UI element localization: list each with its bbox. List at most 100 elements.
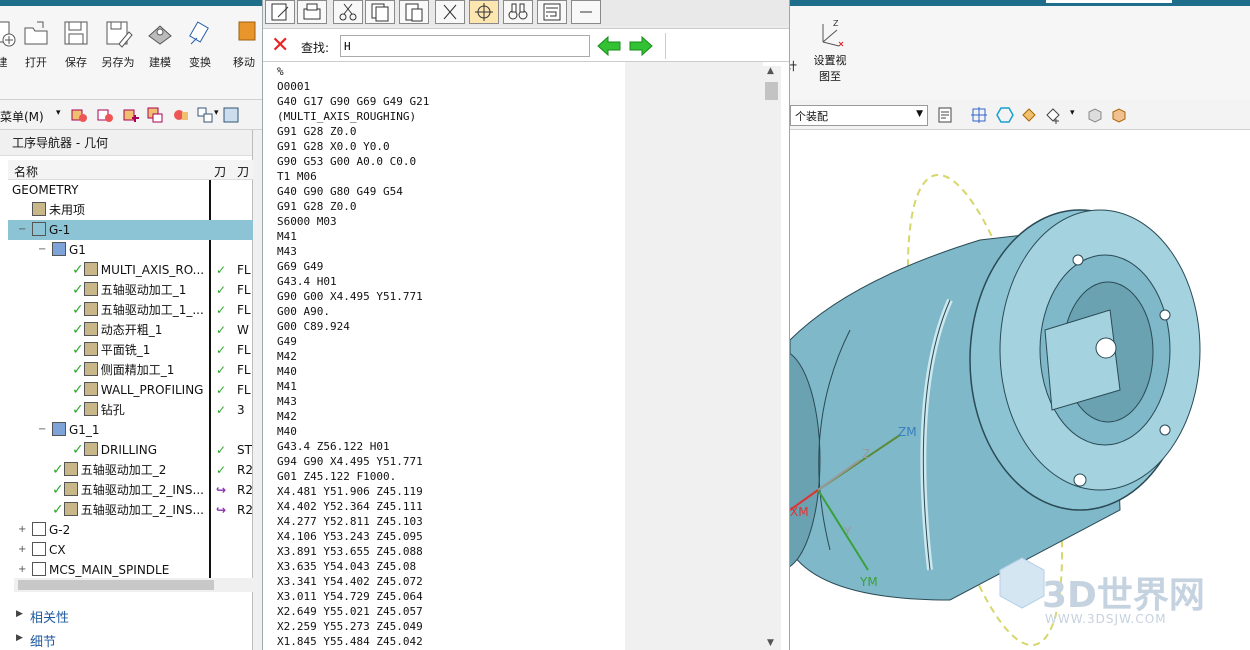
copy-icon <box>371 3 389 22</box>
edit-tool-button[interactable] <box>265 0 295 24</box>
save-as-button[interactable]: 另存为 <box>96 14 140 94</box>
tree-item-text: GEOMETRY <box>12 183 79 197</box>
point-snap-icon[interactable] <box>1020 106 1038 124</box>
close-icon <box>443 4 457 20</box>
add-component-icon[interactable] <box>122 106 140 124</box>
scroll-thumb[interactable] <box>18 580 214 590</box>
tree-row[interactable]: ✓ MULTI_AXIS_RO... ✓ FL <box>8 260 253 280</box>
code-line: S6000 M03 <box>277 215 337 228</box>
column-tool-2[interactable]: 刀 <box>237 163 249 180</box>
target-button[interactable] <box>469 0 499 24</box>
cube-icon[interactable] <box>1110 106 1128 124</box>
print-button[interactable] <box>297 0 327 24</box>
snap-icon[interactable] <box>970 106 988 124</box>
tree-row[interactable]: + MCS_MAIN_SPINDLE <box>8 560 253 580</box>
code-line: G43.4 Z56.122 H01 <box>277 440 390 453</box>
code-line: G69 G49 <box>277 260 324 273</box>
constraint-icon[interactable] <box>172 106 190 124</box>
scroll-up-icon[interactable]: ▲ <box>767 66 774 76</box>
workpiece-icon <box>52 422 66 436</box>
curve-snap-icon[interactable] <box>1044 106 1062 124</box>
move-button[interactable]: 移动 <box>222 14 266 94</box>
collapse-icon[interactable]: − <box>18 220 26 240</box>
open-button[interactable]: 打开 <box>14 14 58 94</box>
filter-icon[interactable] <box>936 106 954 124</box>
tree-row[interactable]: ✓ WALL_PROFILING ✓ FL <box>8 380 253 400</box>
find-divider <box>665 33 666 59</box>
find-previous-icon[interactable] <box>597 35 621 57</box>
menu-dropdown-icon[interactable]: ▾ <box>56 108 61 118</box>
wave-icon[interactable] <box>222 106 240 124</box>
tree-row[interactable]: + G-2 <box>8 520 253 540</box>
tree-row[interactable]: ✓ 平面铣_1 ✓ FL <box>8 340 253 360</box>
bolt-hole <box>1159 424 1171 436</box>
tree-item-label: ✓ WALL_PROFILING <box>72 380 208 400</box>
explode-dropdown-icon[interactable]: ▾ <box>214 108 219 118</box>
paste-button[interactable] <box>399 0 429 24</box>
tree-item-text: 动态开粗_1 <box>100 323 163 337</box>
copy-button[interactable] <box>365 0 395 24</box>
tree-row[interactable]: 未用项 <box>8 200 253 220</box>
section-details[interactable]: ▶ 细节 <box>8 628 253 650</box>
scroll-down-icon[interactable]: ▼ <box>767 638 774 648</box>
column-tool[interactable]: 刀 <box>214 163 226 180</box>
tree-row[interactable]: − G-1 <box>8 220 253 240</box>
tree-row[interactable]: ✓ 侧面精加工_1 ✓ FL <box>8 360 253 380</box>
column-name[interactable]: 名称 <box>14 163 38 180</box>
bolt-hole <box>1072 254 1084 266</box>
tree-row[interactable]: ✓ 钻孔 ✓ 3 <box>8 400 253 420</box>
code-line: T1 M06 <box>277 170 317 183</box>
snap-dropdown-icon[interactable]: ▾ <box>1070 108 1075 118</box>
transform-button[interactable]: 变换 <box>178 14 222 94</box>
find-button[interactable] <box>503 0 533 24</box>
code-line: G01 Z45.122 F1000. <box>277 470 397 483</box>
close-find-icon[interactable]: ✕ <box>271 33 289 58</box>
wrap-button[interactable] <box>537 0 567 24</box>
planar-mill-icon <box>83 342 98 356</box>
find-input[interactable] <box>340 35 590 57</box>
tree-row[interactable]: ✓ 五轴驱动加工_2_INS... ↪ R2 <box>8 500 253 520</box>
save-button[interactable]: 保存 <box>54 14 98 94</box>
component-icon[interactable] <box>96 106 114 124</box>
horizontal-scrollbar[interactable] <box>14 578 253 592</box>
expand-icon[interactable]: + <box>18 560 26 580</box>
section-dependencies[interactable]: ▶ 相关性 <box>8 604 253 626</box>
tree-row[interactable]: − G1_1 <box>8 420 253 440</box>
menu-button[interactable]: 菜单(M) <box>0 108 44 125</box>
minimize-button[interactable] <box>571 0 601 24</box>
explode-icon[interactable] <box>196 106 214 124</box>
tree-row[interactable]: GEOMETRY <box>8 180 253 200</box>
code-line: G40 G17 G90 G69 G49 G21 <box>277 95 430 108</box>
scroll-thumb[interactable] <box>765 82 778 100</box>
assembly-navigator-select[interactable]: 个装配 ▼ <box>790 105 928 126</box>
cut-button[interactable] <box>333 0 363 24</box>
expand-icon[interactable]: + <box>18 540 26 560</box>
transform-icon <box>189 21 209 45</box>
tree-row[interactable]: − G1 <box>8 240 253 260</box>
vertical-scrollbar[interactable]: ▲ ▼ <box>763 66 781 650</box>
tree-row[interactable]: ✓ 五轴驱动加工_2 ✓ R2 <box>8 460 253 480</box>
tree-row[interactable]: + CX <box>8 540 253 560</box>
shade-icon[interactable] <box>1086 106 1104 124</box>
tree-row[interactable]: ✓ DRILLING ✓ ST <box>8 440 253 460</box>
tree-row[interactable]: ✓ 五轴驱动加工_1 ✓ FL <box>8 280 253 300</box>
tree-row[interactable]: ✓ 动态开粗_1 ✓ W <box>8 320 253 340</box>
find-next-icon[interactable] <box>629 35 653 57</box>
delete-button[interactable] <box>435 0 465 24</box>
navigator-header: 名称 刀 刀 <box>8 160 253 180</box>
set-view-button[interactable]: Z 设置视图至 <box>810 18 850 85</box>
collapse-icon[interactable]: − <box>38 240 46 260</box>
tree-row[interactable]: ✓ 五轴驱动加工_1_... ✓ FL <box>8 300 253 320</box>
expand-icon[interactable]: + <box>18 520 26 540</box>
tool-name: R2 <box>237 483 253 497</box>
search-bar-edge[interactable] <box>1046 0 1172 3</box>
move-component-icon[interactable] <box>146 106 164 124</box>
watermark-text: 3D世界网 <box>1042 575 1205 616</box>
assembly-icon[interactable] <box>70 106 88 124</box>
modeling-button[interactable]: 建模 <box>138 14 182 94</box>
tree-item-text: 侧面精加工_1 <box>100 363 175 377</box>
collapse-icon[interactable]: − <box>38 420 46 440</box>
hexagon-icon[interactable] <box>996 106 1014 124</box>
tree-row[interactable]: ✓ 五轴驱动加工_2_INS... ↪ R2 <box>8 480 253 500</box>
check-icon: ✓ <box>72 362 84 378</box>
